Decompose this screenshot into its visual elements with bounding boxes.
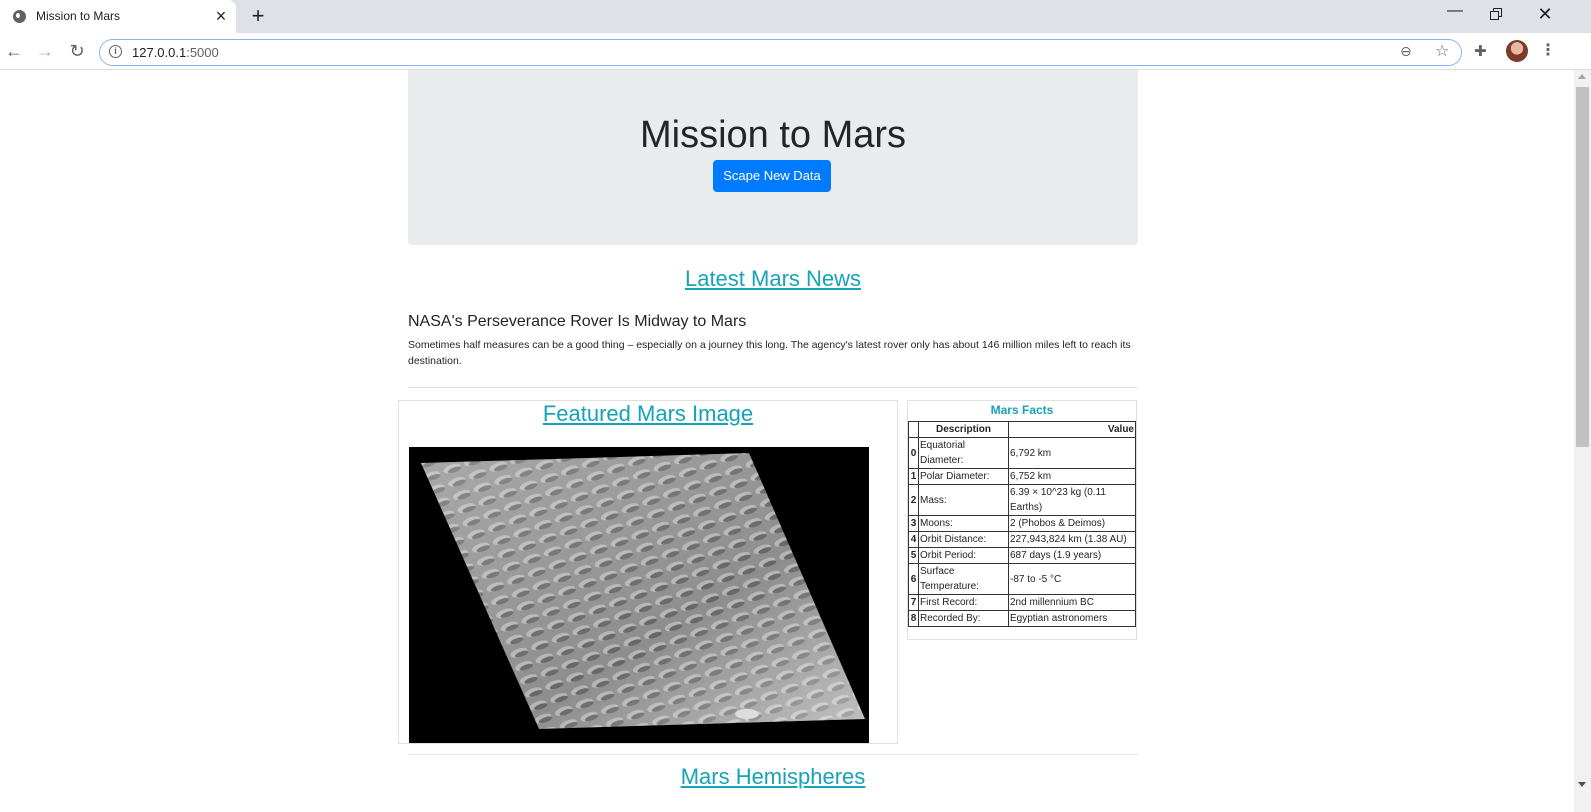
row-value: 2nd millennium BC: [1008, 594, 1136, 611]
row-index: 3: [908, 515, 919, 532]
row-index: 8: [908, 610, 919, 627]
table-row: 7 First Record: 2nd millennium BC: [908, 594, 1136, 611]
back-icon[interactable]: ←: [3, 40, 25, 62]
scroll-down-arrow-icon[interactable]: [1578, 782, 1586, 787]
mars-surface-graphic: [421, 453, 865, 729]
row-description: Recorded By:: [918, 610, 1009, 627]
hemispheres-heading[interactable]: Mars Hemispheres: [408, 764, 1138, 790]
table-header-value: Value: [1008, 421, 1136, 438]
row-description: Orbit Period:: [918, 547, 1009, 564]
forward-icon[interactable]: →: [34, 40, 56, 62]
table-row: 3 Moons: 2 (Phobos & Deimos): [908, 515, 1136, 532]
browser-tab[interactable]: Mission to Mars ×: [0, 0, 236, 33]
row-value: Egyptian astronomers: [1008, 610, 1136, 627]
globe-icon: [13, 10, 26, 23]
browser-tab-bar: Mission to Mars × + — ✕: [0, 0, 1591, 33]
zoom-icon[interactable]: ⊖: [1400, 43, 1418, 61]
row-value: -87 to -5 °C: [1008, 563, 1136, 595]
table-row: 5 Orbit Period: 687 days (1.9 years): [908, 547, 1136, 564]
row-description: Polar Diameter:: [918, 468, 1009, 485]
news-teaser: Sometimes half measures can be a good th…: [408, 339, 1131, 367]
table-row: 6 Surface Temperature: -87 to -5 °C: [908, 563, 1136, 595]
extensions-puzzle-icon[interactable]: ✚: [1474, 42, 1492, 60]
row-value: 687 days (1.9 years): [1008, 547, 1136, 564]
featured-image-heading[interactable]: Featured Mars Image: [399, 401, 897, 427]
row-index: 6: [908, 563, 919, 595]
row-description: Orbit Distance:: [918, 531, 1009, 548]
restore-icon[interactable]: [1490, 8, 1502, 20]
table-row: 8 Recorded By: Egyptian astronomers: [908, 610, 1136, 627]
page-viewport: Mission to Mars Scape New Data Latest Ma…: [0, 70, 1574, 812]
latest-news-heading[interactable]: Latest Mars News: [408, 266, 1138, 292]
row-value: 6.39 × 10^23 kg (0.11 Earths): [1008, 484, 1136, 516]
row-value: 2 (Phobos & Deimos): [1008, 515, 1136, 532]
page-scrollbar[interactable]: [1574, 70, 1591, 812]
avatar[interactable]: [1506, 40, 1528, 62]
row-value: 227,943,824 km (1.38 AU): [1008, 531, 1136, 548]
table-row: 4 Orbit Distance: 227,943,824 km (1.38 AU): [908, 531, 1136, 548]
row-description: Equatorial Diameter:: [918, 437, 1009, 469]
row-description: First Record:: [918, 594, 1009, 611]
url-text: 127.0.0.1:5000: [132, 45, 219, 60]
table-row: 1 Polar Diameter: 6,752 km: [908, 468, 1136, 485]
table-header-index: [908, 421, 919, 438]
row-index: 7: [908, 594, 919, 611]
row-description: Moons:: [918, 515, 1009, 532]
row-index: 5: [908, 547, 919, 564]
scroll-up-arrow-icon[interactable]: [1578, 74, 1586, 79]
row-description: Surface Temperature:: [918, 563, 1009, 595]
row-value: 6,752 km: [1008, 468, 1136, 485]
row-index: 4: [908, 531, 919, 548]
kebab-menu-icon[interactable]: ⋮: [1540, 40, 1556, 62]
scrape-button[interactable]: Scape New Data: [713, 160, 831, 192]
row-description: Mass:: [918, 484, 1009, 516]
divider: [408, 387, 1138, 388]
tab-title: Mission to Mars: [36, 9, 121, 23]
window-close-icon[interactable]: ✕: [1533, 2, 1557, 26]
featured-mars-image[interactable]: [409, 447, 869, 743]
table-row: 2 Mass: 6.39 × 10^23 kg (0.11 Earths): [908, 484, 1136, 516]
divider: [408, 754, 1138, 755]
jumbotron: Mission to Mars Scape New Data: [408, 70, 1138, 245]
table-header-description: Description: [918, 421, 1009, 438]
scroll-thumb[interactable]: [1576, 87, 1589, 447]
minimize-icon[interactable]: —: [1445, 2, 1465, 26]
news-headline: NASA's Perseverance Rover Is Midway to M…: [408, 313, 747, 330]
featured-image-card: Featured Mars Image: [398, 400, 898, 744]
close-tab-icon[interactable]: ×: [212, 6, 230, 26]
row-index: 1: [908, 468, 919, 485]
row-index: 0: [908, 437, 919, 469]
table-header-row: Description Value: [908, 421, 1136, 438]
row-index: 2: [908, 484, 919, 516]
browser-toolbar: ← → ↻ i 127.0.0.1:5000 ⊖ ☆ ✚ ⋮: [0, 33, 1591, 70]
table-row: 0 Equatorial Diameter: 6,792 km: [908, 437, 1136, 469]
mars-facts-card: Mars Facts Description Value 0 Equatorial…: [907, 400, 1137, 640]
info-icon[interactable]: i: [109, 45, 122, 58]
mars-facts-table: Description Value 0 Equatorial Diameter: 6…: [908, 421, 1136, 627]
bookmark-star-icon[interactable]: ☆: [1435, 41, 1453, 61]
address-bar[interactable]: i 127.0.0.1:5000 ⊖ ☆: [99, 39, 1462, 66]
reload-icon[interactable]: ↻: [66, 40, 88, 62]
new-tab-icon[interactable]: +: [247, 4, 269, 28]
page-title: Mission to Mars: [639, 114, 907, 156]
row-value: 6,792 km: [1008, 437, 1136, 469]
mars-facts-title: Mars Facts: [990, 403, 1054, 417]
